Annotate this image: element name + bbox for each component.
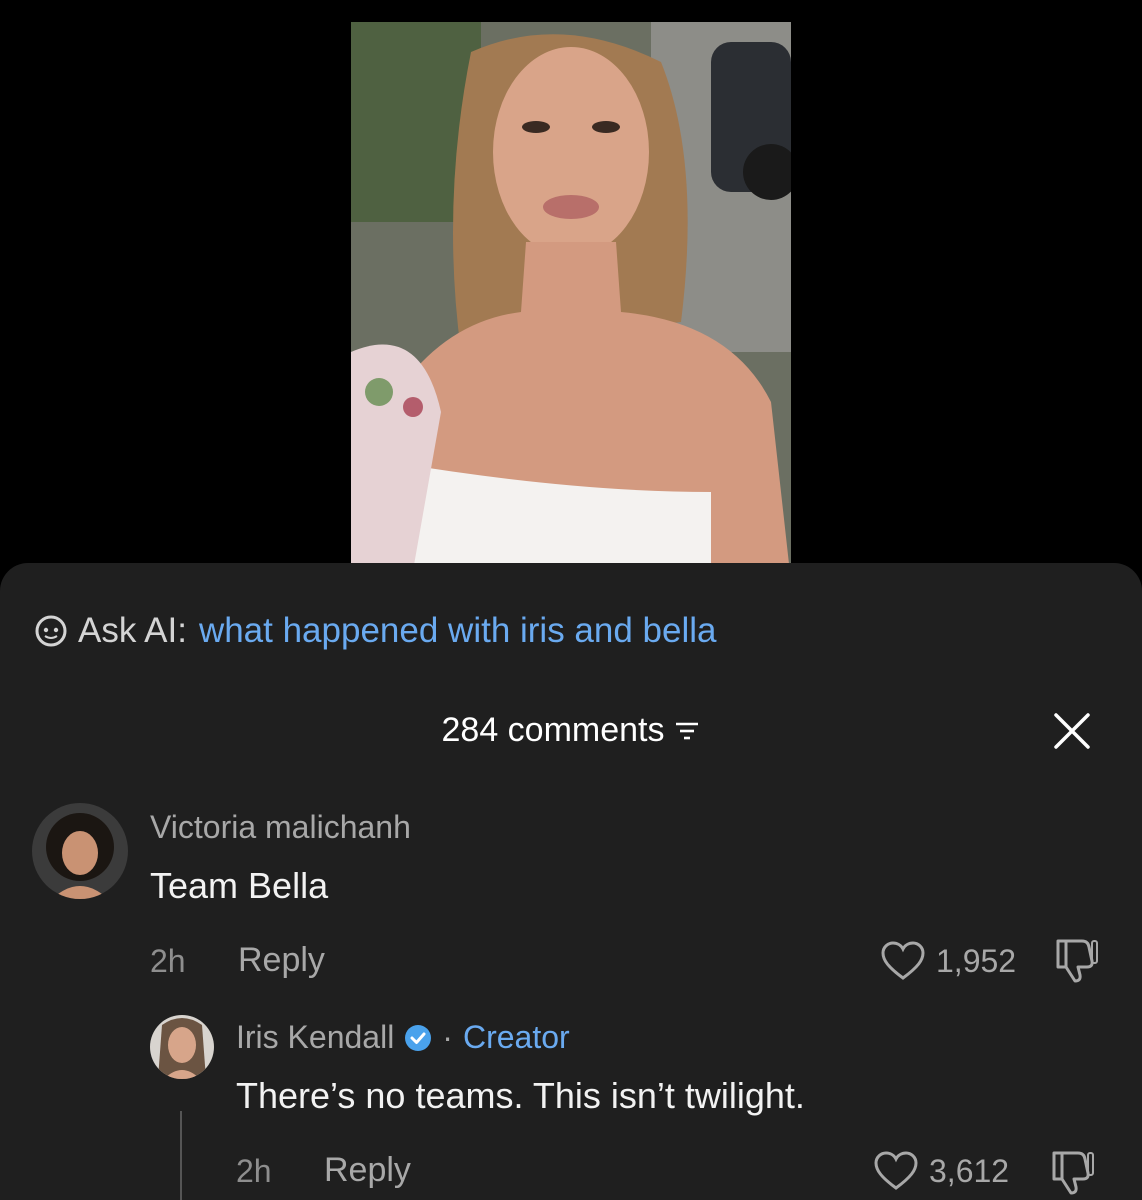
ask-ai-query-link[interactable]: what happened with iris and bella	[199, 611, 717, 651]
reply-text: There’s no teams. This isn’t twilight.	[236, 1075, 805, 1116]
verified-badge-icon	[405, 1024, 432, 1051]
sort-filter-icon[interactable]	[673, 717, 701, 745]
like-button[interactable]: 1,952	[880, 941, 1016, 981]
thumbs-down-icon[interactable]	[1052, 937, 1100, 983]
ask-ai-label: Ask AI:	[78, 611, 187, 650]
thumbs-down-icon[interactable]	[1048, 1149, 1096, 1195]
like-count: 1,952	[936, 942, 1017, 979]
video-still-image	[351, 22, 791, 582]
separator-dot: ·	[442, 1019, 453, 1055]
reply-time: 2h	[236, 1153, 272, 1189]
thread-line	[180, 1111, 182, 1200]
comment-text: Team Bella	[150, 865, 329, 906]
comments-header: 284 comments	[0, 711, 1142, 750]
avatar-image	[32, 803, 128, 899]
ai-chat-icon	[35, 615, 67, 647]
like-count: 3,612	[929, 1152, 1010, 1189]
video-frame[interactable]	[351, 22, 791, 582]
ask-ai-suggestion[interactable]: Ask AI: what happened with iris and bell…	[34, 611, 717, 651]
avatar-image	[150, 1015, 214, 1079]
close-icon[interactable]	[1052, 711, 1092, 751]
reply-author-row: Iris Kendall · Creator	[236, 1019, 570, 1056]
video-player[interactable]	[0, 0, 1142, 600]
creator-badge: Creator	[462, 1019, 570, 1055]
like-button[interactable]: 3,612	[873, 1151, 1009, 1191]
reply-author[interactable]: Iris Kendall	[236, 1019, 394, 1056]
comment-time: 2h	[150, 943, 186, 979]
comment-count: 284 comments	[441, 711, 665, 749]
comment-author[interactable]: Victoria malichanh	[150, 809, 411, 846]
heart-icon	[881, 941, 925, 980]
avatar[interactable]	[150, 1015, 214, 1079]
reply-button[interactable]: Reply	[238, 941, 325, 980]
reply-button[interactable]: Reply	[324, 1151, 411, 1190]
heart-icon	[874, 1151, 918, 1190]
avatar[interactable]	[32, 803, 128, 899]
comments-sheet: Ask AI: what happened with iris and bell…	[0, 563, 1142, 1200]
